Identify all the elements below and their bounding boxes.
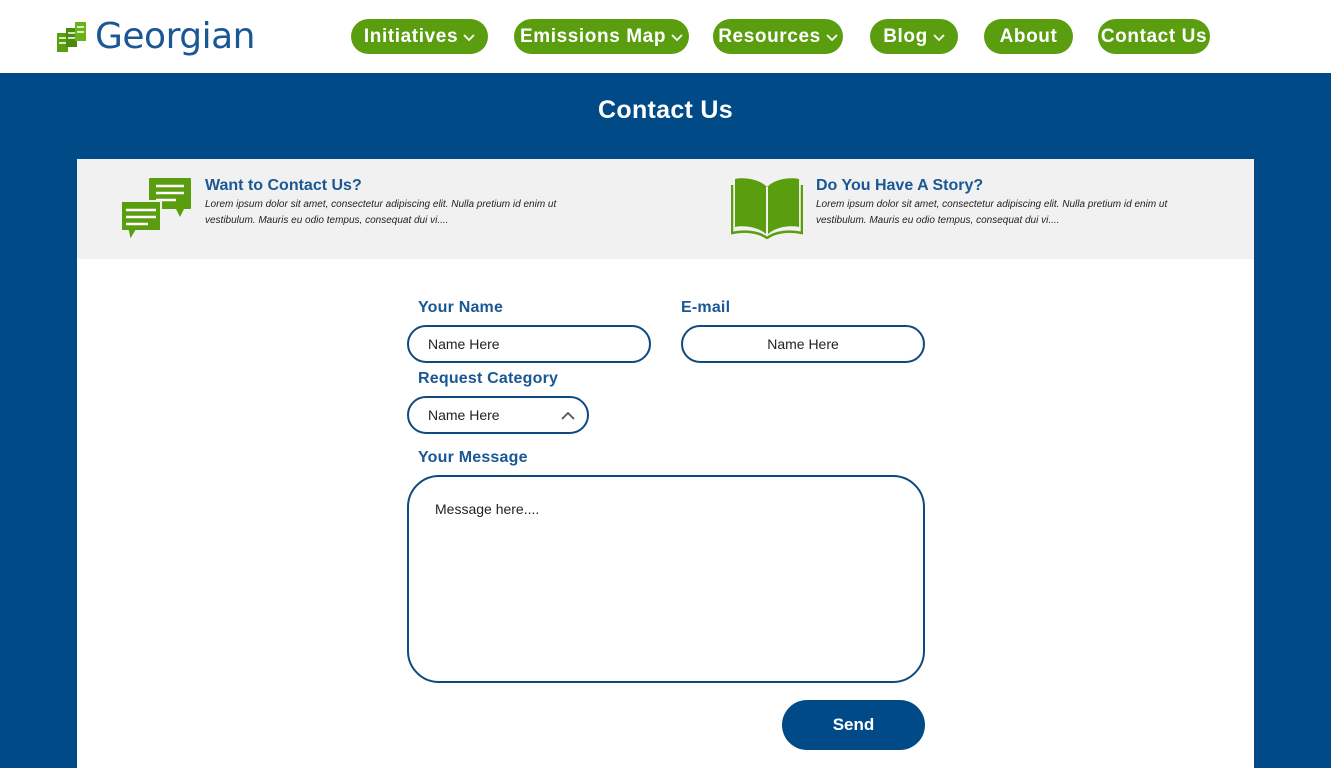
category-label: Request Category bbox=[418, 370, 559, 387]
nav-label: Initiatives bbox=[363, 25, 459, 47]
message-label: Your Message bbox=[418, 449, 528, 466]
story-info-text: Lorem ipsum dolor sit amet, consectetur … bbox=[816, 199, 1168, 226]
open-book-icon bbox=[731, 178, 803, 239]
send-button[interactable]: Send bbox=[782, 700, 925, 750]
contact-info-title: Want to Contact Us? bbox=[205, 177, 362, 194]
logo-mark-icon bbox=[57, 22, 86, 52]
nav-contact-us[interactable]: Contact Us bbox=[1098, 19, 1210, 54]
nav-blog[interactable]: Blog bbox=[870, 19, 958, 54]
email-input[interactable] bbox=[681, 325, 925, 363]
nav-label: Contact Us bbox=[1100, 25, 1208, 47]
chevron-down-icon bbox=[463, 34, 475, 42]
nav-label: About bbox=[999, 25, 1058, 47]
brand-name: Georgian bbox=[95, 16, 255, 57]
chevron-up-icon bbox=[561, 411, 575, 420]
nav-about[interactable]: About bbox=[984, 19, 1073, 54]
info-strip: Want to Contact Us? Lorem ipsum dolor si… bbox=[77, 159, 1254, 259]
chevron-down-icon bbox=[826, 34, 838, 42]
page-title: Contact Us bbox=[598, 96, 733, 124]
name-input[interactable] bbox=[407, 325, 651, 363]
story-info-title: Do You Have A Story? bbox=[816, 177, 984, 194]
contact-info-text: Lorem ipsum dolor sit amet, consectetur … bbox=[205, 199, 557, 226]
category-select[interactable]: Name Here bbox=[407, 396, 589, 434]
nav-initiatives[interactable]: Initiatives bbox=[351, 19, 488, 54]
category-selected-value: Name Here bbox=[428, 407, 500, 423]
chevron-down-icon bbox=[671, 34, 683, 42]
nav-label: Blog bbox=[883, 25, 928, 47]
chevron-down-icon bbox=[933, 34, 945, 42]
chat-bubbles-icon bbox=[120, 178, 191, 243]
email-label: E-mail bbox=[681, 299, 731, 316]
nav-label: Resources bbox=[718, 25, 821, 47]
nav-resources[interactable]: Resources bbox=[713, 19, 843, 54]
message-textarea[interactable] bbox=[407, 475, 925, 683]
brand-logo[interactable]: Georgian bbox=[55, 14, 255, 60]
name-label: Your Name bbox=[418, 299, 504, 316]
top-navigation-bar: Georgian Initiatives Emissions Map Resou… bbox=[0, 0, 1331, 73]
nav-label: Emissions Map bbox=[519, 25, 667, 47]
nav-emissions-map[interactable]: Emissions Map bbox=[514, 19, 689, 54]
